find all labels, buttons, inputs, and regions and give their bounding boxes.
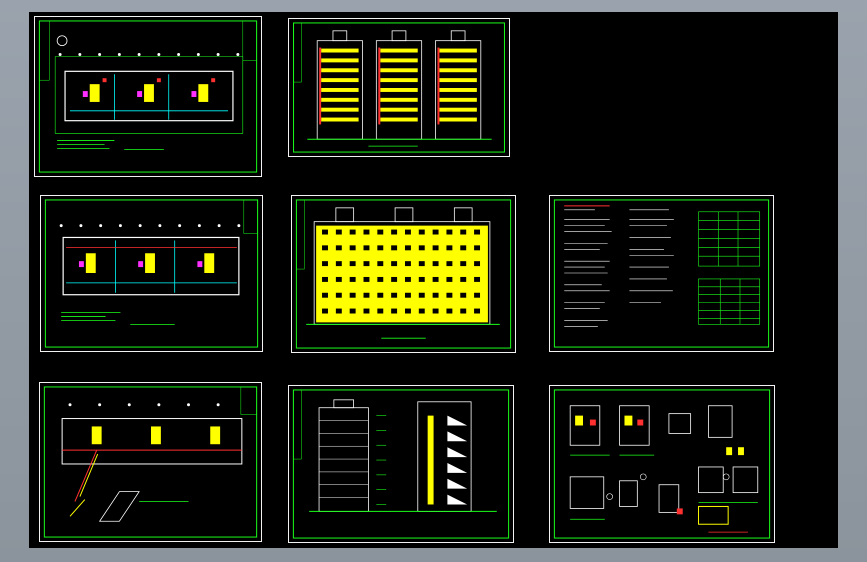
elevation-front-drawing	[293, 22, 505, 153]
roof-plan-drawing	[43, 386, 258, 538]
sheet-elevation-rear[interactable]	[291, 195, 516, 353]
sheet-floor-plan-1[interactable]	[34, 16, 262, 177]
sheet-details[interactable]	[549, 385, 775, 543]
elevation-rear-drawing	[295, 199, 512, 349]
north-arrow-icon	[56, 35, 68, 47]
sheet-side-elevation[interactable]	[288, 385, 514, 543]
sheet-floor-plan-2[interactable]	[40, 195, 263, 352]
details-drawing	[553, 389, 771, 539]
side-elevation-drawing	[292, 389, 510, 539]
design-notes-drawing	[553, 199, 770, 348]
floor-plan-2-drawing	[44, 199, 259, 348]
sheet-roof-plan[interactable]	[39, 382, 262, 542]
sheet-design-notes[interactable]	[549, 195, 774, 352]
floor-plan-1-drawing	[38, 20, 258, 173]
cad-model-canvas[interactable]	[29, 12, 838, 548]
sheet-elevation-front[interactable]	[288, 18, 510, 157]
